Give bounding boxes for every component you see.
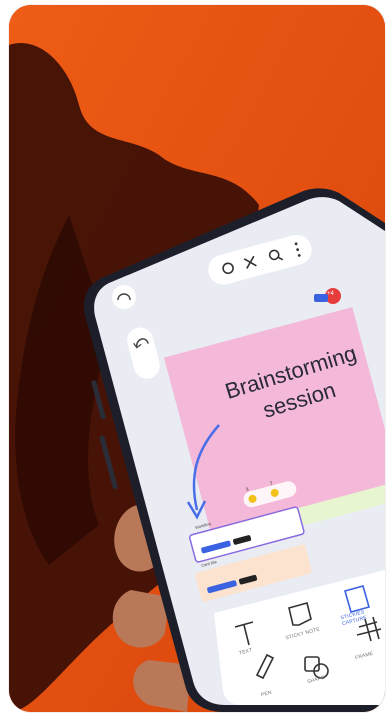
notification-badge: +4 [327,291,334,297]
hero-image-card: Brainstorming session 3 7 +4 Workflow Ca… [9,5,385,712]
